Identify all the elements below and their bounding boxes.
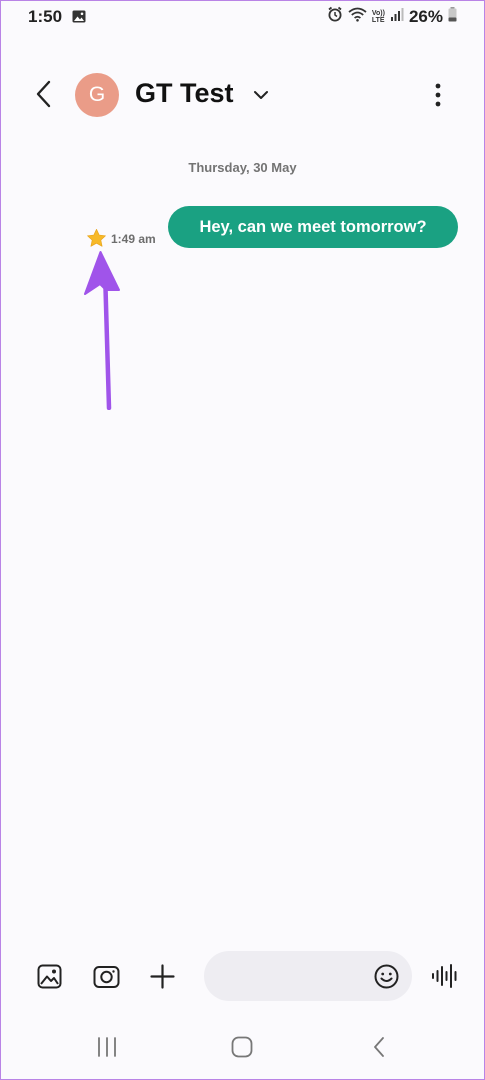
more-vertical-icon bbox=[435, 83, 441, 107]
alarm-icon bbox=[327, 6, 343, 27]
battery-percent: 26% bbox=[408, 6, 443, 26]
home-icon bbox=[231, 1036, 253, 1058]
input-bar bbox=[0, 948, 485, 1004]
volte-bottom-text: LTE bbox=[371, 16, 385, 24]
star-icon[interactable] bbox=[86, 228, 107, 249]
volte-top-text: Vo)) bbox=[371, 9, 385, 17]
message-input-container bbox=[204, 951, 412, 1003]
message-bubble[interactable]: Hey, can we meet tomorrow? bbox=[168, 206, 458, 248]
status-icons: Vo)) LTE 26% bbox=[327, 6, 457, 27]
signal-icon bbox=[390, 7, 404, 26]
voice-wave-icon bbox=[432, 964, 457, 988]
emoji-icon bbox=[374, 964, 399, 989]
volte-icon: Vo)) LTE bbox=[372, 10, 385, 24]
date-separator: Thursday, 30 May bbox=[188, 160, 297, 175]
back-button[interactable] bbox=[26, 76, 60, 112]
chevron-down-icon bbox=[254, 91, 268, 99]
more-options-button[interactable] bbox=[426, 80, 450, 110]
plus-icon bbox=[149, 963, 175, 989]
message-time: 1:49 am bbox=[111, 232, 156, 246]
contact-name[interactable]: GT Test bbox=[135, 78, 234, 109]
message-input[interactable] bbox=[222, 951, 366, 1003]
gallery-icon bbox=[37, 964, 61, 988]
gallery-notification-icon bbox=[72, 10, 86, 28]
camera-button[interactable] bbox=[92, 962, 120, 990]
wifi-icon bbox=[348, 7, 367, 27]
gallery-button[interactable] bbox=[35, 962, 63, 990]
recents-icon bbox=[98, 1037, 116, 1057]
emoji-button[interactable] bbox=[374, 964, 399, 989]
camera-icon bbox=[93, 965, 119, 988]
home-button[interactable] bbox=[227, 1034, 257, 1060]
back-icon bbox=[36, 80, 51, 108]
status-bar: 1:50 Vo)) LTE 26% bbox=[0, 0, 485, 34]
voice-record-button[interactable] bbox=[431, 962, 459, 990]
battery-icon bbox=[448, 6, 457, 27]
avatar[interactable]: G bbox=[75, 73, 119, 117]
conversation-header: G GT Test bbox=[0, 60, 485, 130]
status-time: 1:50 bbox=[28, 7, 63, 26]
nav-back-button[interactable] bbox=[364, 1034, 394, 1060]
add-attachment-button[interactable] bbox=[148, 962, 176, 990]
annotation-arrow bbox=[84, 251, 120, 410]
system-nav-bar bbox=[0, 1024, 485, 1070]
back-icon bbox=[374, 1037, 384, 1057]
contact-details-toggle[interactable] bbox=[250, 84, 272, 106]
recents-button[interactable] bbox=[92, 1034, 122, 1060]
